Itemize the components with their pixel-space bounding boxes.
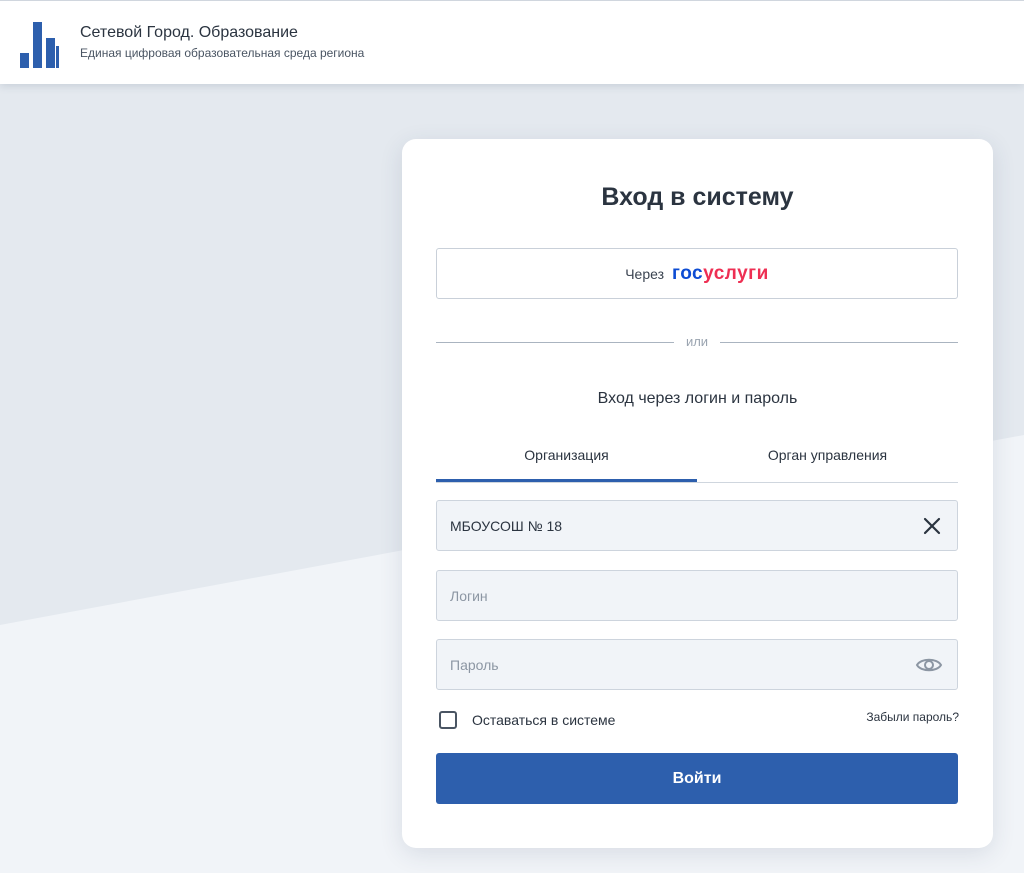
gosuslugi-logo: госуслуги (672, 263, 769, 285)
login-card: Вход в систему Через госуслуги или Вход … (402, 139, 993, 848)
tab-management-body[interactable]: Орган управления (697, 439, 958, 481)
brand-subtitle: Единая цифровая образовательная среда ре… (80, 46, 365, 60)
password-input[interactable] (450, 640, 910, 689)
brand-title: Сетевой Город. Образование (80, 24, 298, 41)
login-input[interactable] (450, 571, 910, 620)
remember-label[interactable]: Оставаться в системе (472, 712, 615, 728)
site-header: Сетевой Город. Образование Единая цифров… (0, 0, 1024, 84)
or-divider-left (436, 342, 674, 343)
gosuslugi-logo-part2: услуги (703, 262, 769, 284)
or-divider-label: или (685, 334, 709, 349)
page-title: Вход в систему (601, 183, 794, 211)
close-icon[interactable] (921, 515, 943, 537)
organization-input[interactable] (450, 501, 910, 550)
or-divider-right (720, 342, 958, 343)
gosuslugi-login-button[interactable]: Через госуслуги (436, 248, 958, 299)
gosuslugi-prefix: Через (625, 265, 665, 282)
gosuslugi-logo-part1: гос (672, 262, 704, 284)
tab-organization[interactable]: Организация (436, 439, 697, 482)
password-field (436, 639, 958, 690)
forgot-password-link[interactable]: Забыли пароль? (866, 710, 959, 724)
organization-field (436, 500, 958, 551)
login-field (436, 570, 958, 621)
city-buildings-logo-icon[interactable] (20, 20, 62, 70)
eye-icon[interactable] (915, 651, 943, 679)
login-type-tabs: Организация Орган управления (436, 439, 958, 483)
login-submit-button[interactable]: Войти (436, 753, 958, 804)
remember-checkbox[interactable] (439, 711, 457, 729)
login-caption: Вход через логин и пароль (597, 390, 798, 407)
